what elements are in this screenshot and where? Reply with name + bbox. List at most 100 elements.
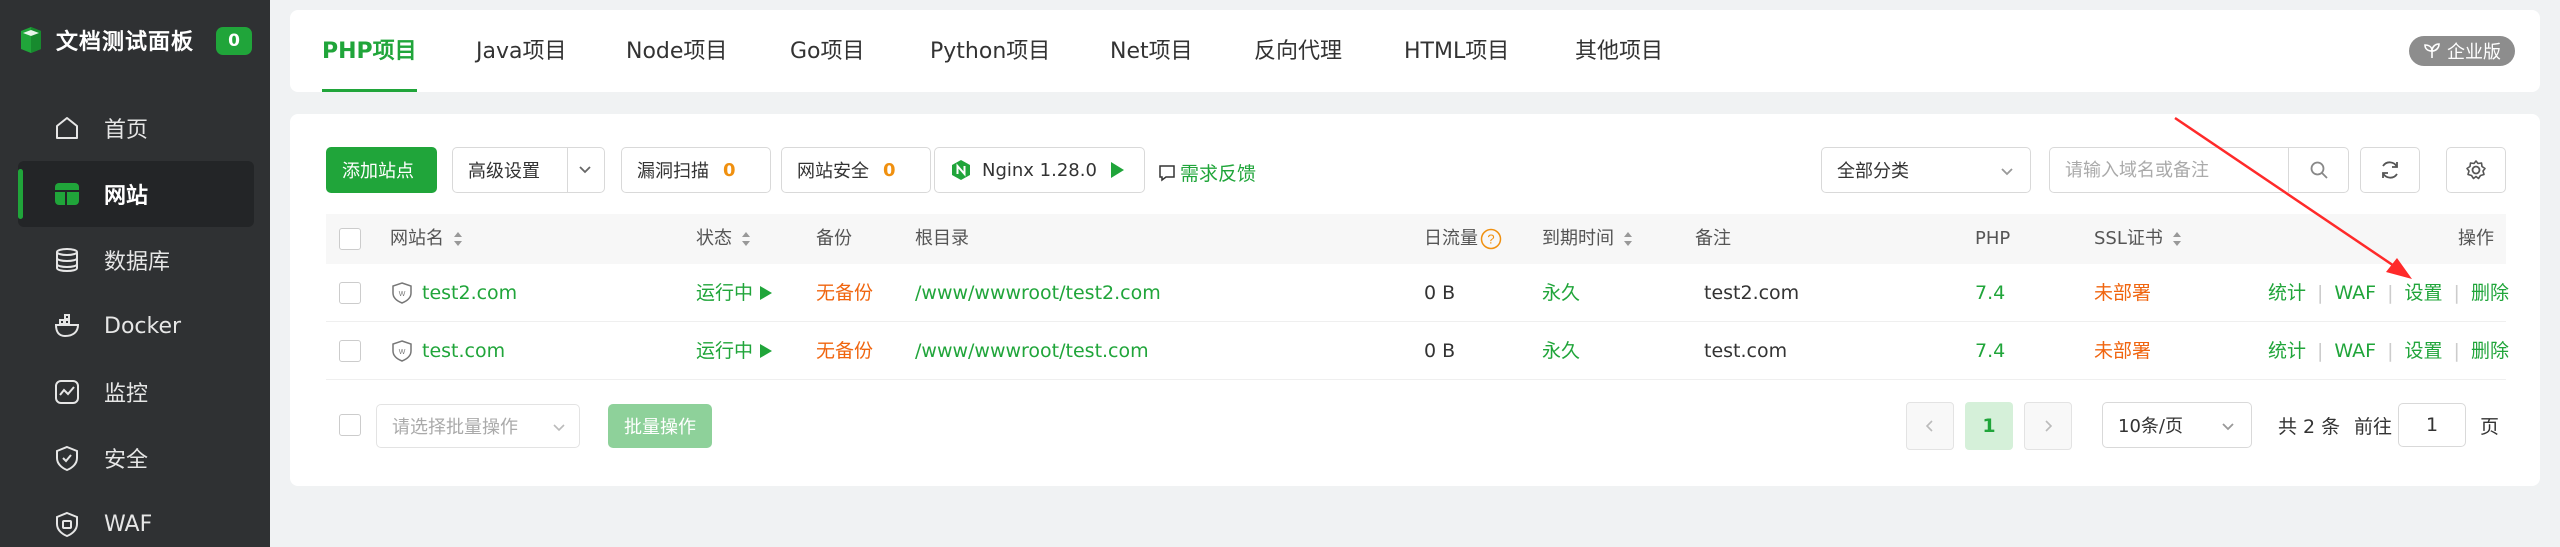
sidebar-item-security[interactable]: 安全 [0, 425, 270, 491]
next-page-button[interactable] [2024, 402, 2072, 450]
play-icon [760, 344, 773, 358]
delete-link[interactable]: 删除 [2471, 264, 2509, 322]
ops-cell: 统计 | WAF | 设置 | 删除 [2268, 322, 2509, 380]
site-name[interactable]: test2.com [422, 264, 517, 322]
tab-java[interactable]: Java项目 [476, 10, 566, 92]
tab-html[interactable]: HTML项目 [1404, 10, 1509, 92]
site-name[interactable]: test.com [422, 322, 505, 380]
backup-cell[interactable]: 无备份 [816, 322, 873, 380]
sidebar-item-label: WAF [104, 511, 153, 537]
delete-link[interactable]: 删除 [2471, 322, 2509, 380]
refresh-button[interactable] [2360, 147, 2420, 193]
expire-cell[interactable]: 永久 [1542, 264, 1580, 322]
category-select[interactable]: 全部分类 [1821, 147, 2031, 193]
feedback-link[interactable]: 需求反馈 [1158, 159, 1256, 186]
status-text: 运行中 [696, 340, 754, 362]
batch-action-button[interactable]: 批量操作 [608, 404, 712, 448]
sidebar-item-monitor[interactable]: 监控 [0, 359, 270, 425]
ssl-cell[interactable]: 未部署 [2094, 322, 2151, 380]
waf-link[interactable]: WAF [2334, 264, 2376, 322]
batch-action-select[interactable]: 请选择批量操作 [376, 404, 580, 448]
col-ssl[interactable]: SSL证书 [2094, 214, 2183, 264]
enterprise-badge-label: 企业版 [2447, 42, 2501, 63]
vuln-scan-label: 漏洞扫描 [637, 161, 709, 182]
help-icon[interactable]: ? [1480, 228, 1502, 250]
page-size-select[interactable]: 10条/页 [2102, 402, 2252, 448]
col-expire[interactable]: 到期时间 [1542, 214, 1634, 264]
ssl-cell[interactable]: 未部署 [2094, 264, 2151, 322]
ops-separator: | [2453, 340, 2460, 362]
sidebar-item-database[interactable]: 数据库 [0, 227, 270, 293]
status-cell[interactable]: 运行中 [696, 264, 773, 322]
enterprise-badge[interactable]: 企业版 [2409, 36, 2515, 66]
site-security-label: 网站安全 [797, 161, 869, 182]
search-button[interactable] [2288, 148, 2348, 192]
panel-logo-icon [21, 27, 41, 53]
stats-link[interactable]: 统计 [2268, 322, 2306, 380]
split-divider [567, 148, 568, 192]
tab-php[interactable]: PHP项目 [322, 10, 417, 92]
table-settings-button[interactable] [2446, 147, 2506, 193]
traffic-cell: 0 B [1424, 340, 1456, 362]
sidebar-menu: 首页 网站 数据库 Docker 监控 安全 WAF [0, 95, 270, 547]
col-ssl-label: SSL证书 [2094, 228, 2163, 249]
current-page[interactable]: 1 [1965, 402, 2013, 450]
tab-node[interactable]: Node项目 [626, 10, 727, 92]
php-version-cell[interactable]: 7.4 [1975, 322, 2005, 380]
tab-reverse-proxy[interactable]: 反向代理 [1254, 10, 1342, 92]
root-dir-cell[interactable]: /www/wwwroot/test.com [915, 322, 1149, 380]
sidebar-item-docker[interactable]: Docker [0, 293, 270, 359]
root-dir-cell[interactable]: /www/wwwroot/test2.com [915, 264, 1161, 322]
ops-separator: | [2387, 340, 2394, 362]
svg-text:?: ? [1487, 232, 1494, 247]
tab-python[interactable]: Python项目 [930, 10, 1050, 92]
nginx-version: Nginx 1.28.0 [982, 159, 1097, 181]
col-backup: 备份 [816, 228, 852, 249]
search-input[interactable] [2050, 148, 2288, 192]
goto-prefix: 前往 [2354, 416, 2393, 438]
col-site-name[interactable]: 网站名 [390, 214, 464, 264]
vuln-scan-button[interactable]: 漏洞扫描 0 [621, 147, 771, 193]
site-name-cell[interactable]: W test2.com [390, 264, 517, 322]
goto-page-input[interactable]: 1 [2398, 403, 2466, 447]
status-cell[interactable]: 运行中 [696, 322, 773, 380]
php-version-cell[interactable]: 7.4 [1975, 264, 2005, 322]
sidebar-item-waf[interactable]: WAF [0, 491, 270, 547]
tab-other[interactable]: 其他项目 [1575, 10, 1663, 92]
table-row: W test.com 运行中 无备份 /www/wwwroot/test.com… [326, 322, 2509, 380]
sidebar-item-home[interactable]: 首页 [0, 95, 270, 161]
remark-cell[interactable]: test.com [1704, 322, 1787, 380]
add-site-button[interactable]: 添加站点 [326, 147, 437, 193]
waf-icon [52, 509, 82, 539]
search-box[interactable] [2049, 147, 2349, 193]
bottom-select-all-checkbox[interactable] [339, 414, 361, 436]
table-row: W test2.com 运行中 无备份 /www/wwwroot/test2.c… [326, 264, 2509, 322]
advanced-settings-dropdown[interactable]: 高级设置 [452, 147, 605, 193]
play-icon [1110, 162, 1124, 178]
select-all-checkbox[interactable] [339, 228, 361, 250]
nginx-status-button[interactable]: Nginx 1.28.0 [934, 147, 1145, 193]
chevron-down-icon [553, 424, 565, 432]
site-name-cell[interactable]: W test.com [390, 322, 505, 380]
stats-link[interactable]: 统计 [2268, 264, 2306, 322]
row-checkbox[interactable] [339, 340, 361, 362]
settings-link[interactable]: 设置 [2405, 264, 2443, 322]
sidebar-item-website[interactable]: 网站 [18, 161, 254, 227]
settings-link[interactable]: 设置 [2405, 322, 2443, 380]
waf-link[interactable]: WAF [2334, 322, 2376, 380]
expire-cell[interactable]: 永久 [1542, 322, 1580, 380]
site-security-button[interactable]: 网站安全 0 [781, 147, 931, 193]
sort-icon [2171, 230, 2183, 248]
remark-cell[interactable]: test2.com [1704, 264, 1799, 322]
col-status[interactable]: 状态 [696, 214, 752, 264]
col-traffic-label: 日流量 [1424, 228, 1478, 249]
row-checkbox[interactable] [339, 282, 361, 304]
tab-net[interactable]: Net项目 [1110, 10, 1193, 92]
panel-title: 文档测试面板 [56, 30, 195, 55]
sprout-icon [2424, 43, 2440, 58]
notification-badge[interactable]: 0 [216, 27, 252, 55]
sort-icon [1622, 230, 1634, 248]
backup-cell[interactable]: 无备份 [816, 264, 873, 322]
prev-page-button[interactable] [1906, 402, 1954, 450]
tab-go[interactable]: Go项目 [790, 10, 865, 92]
